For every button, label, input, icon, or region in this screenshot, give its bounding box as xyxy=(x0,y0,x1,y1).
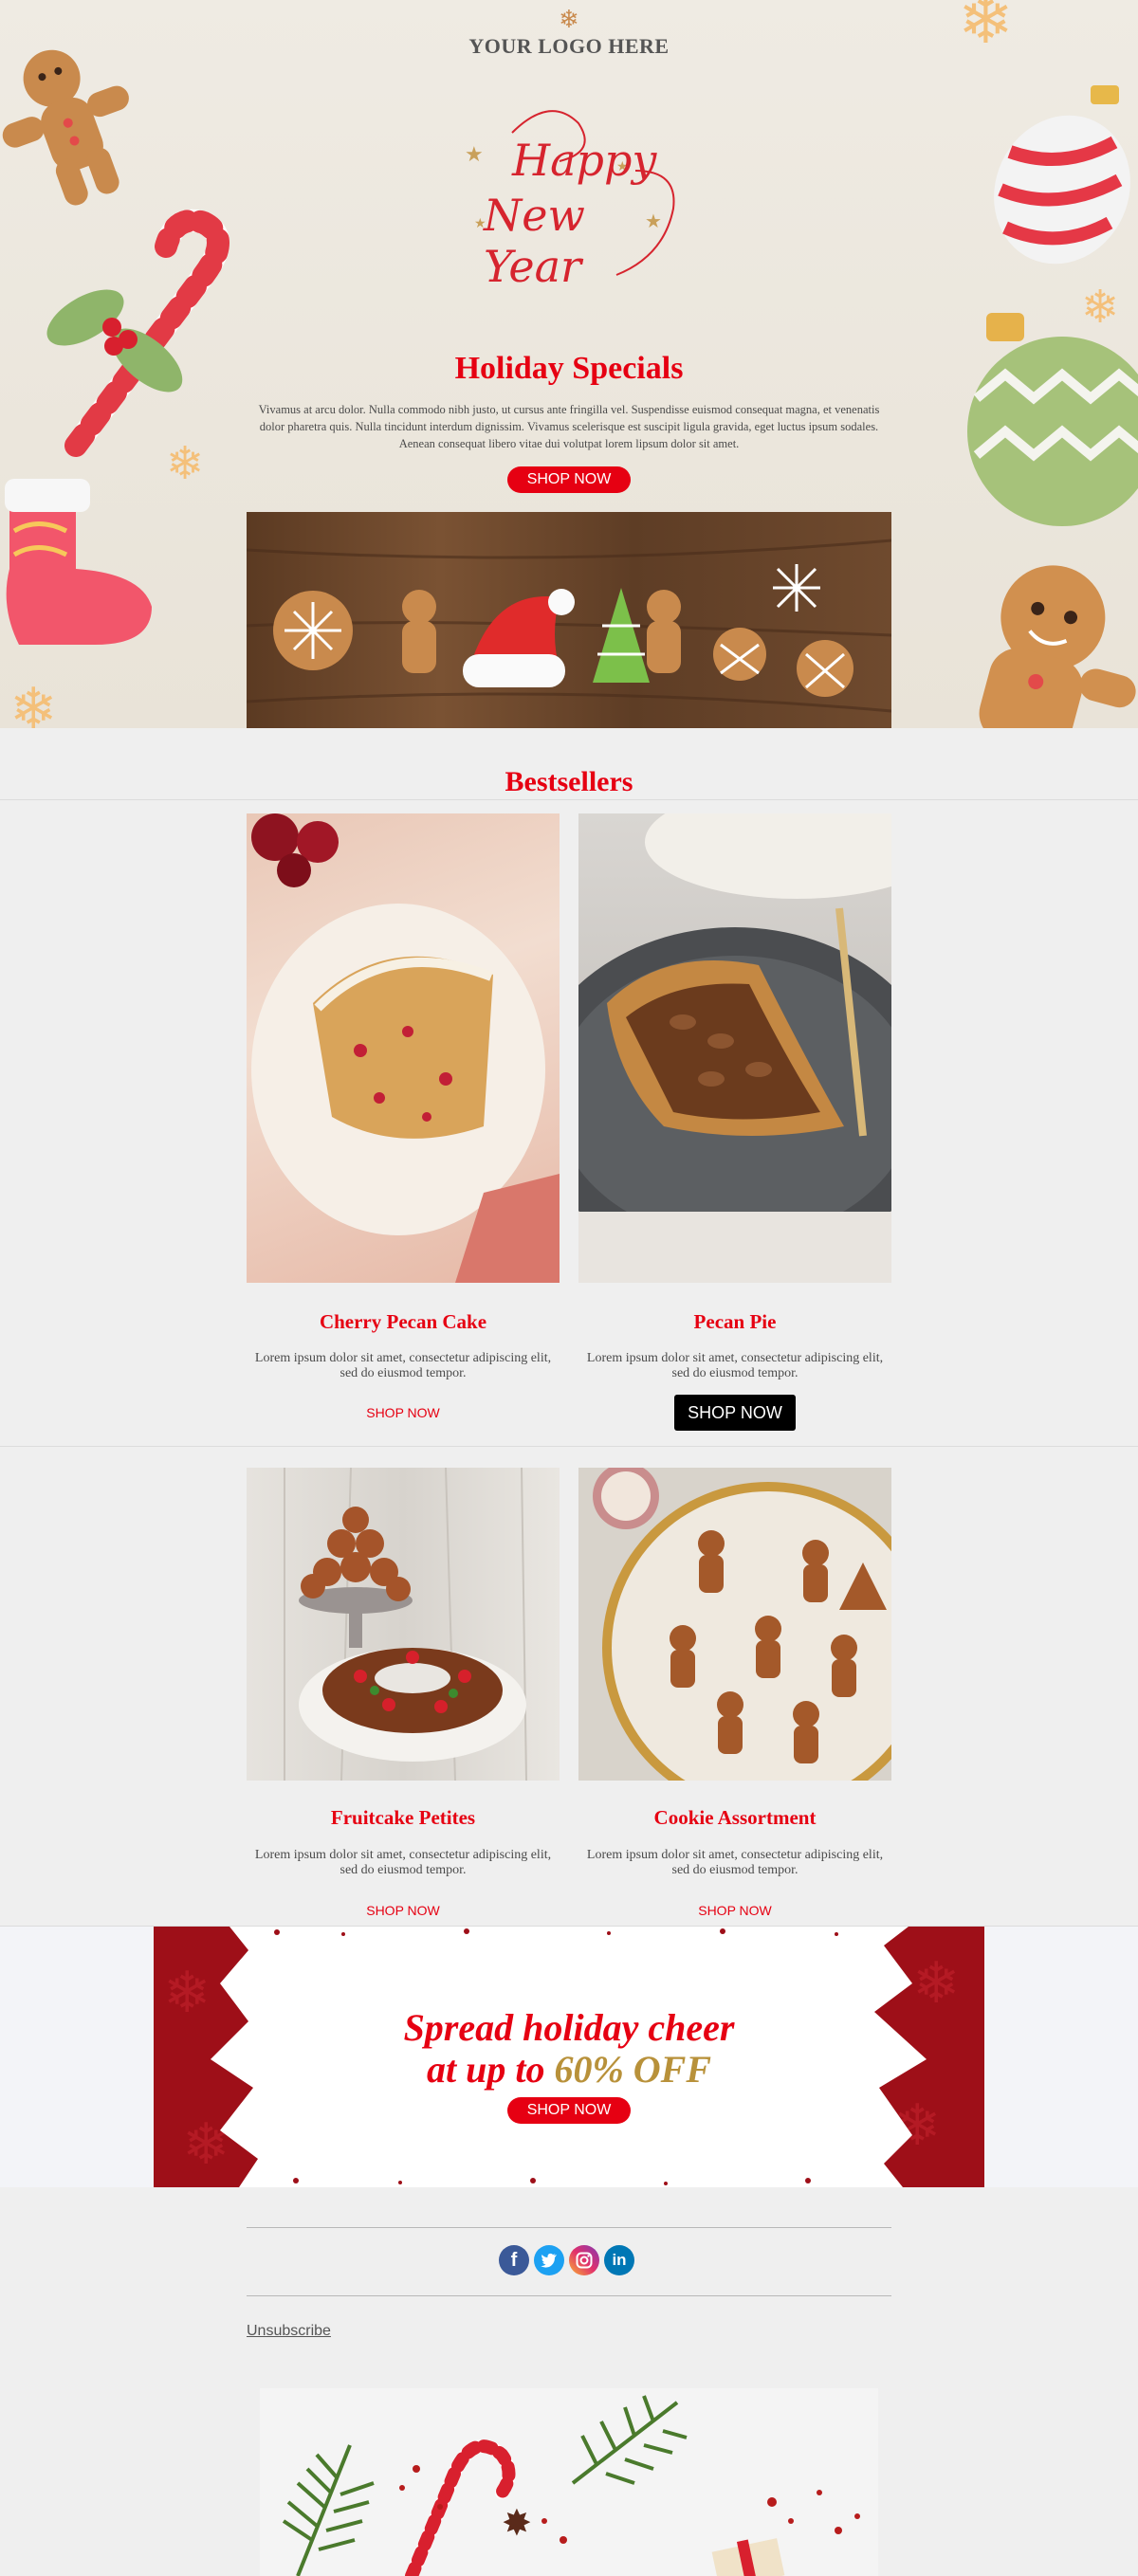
svg-text:❄: ❄ xyxy=(182,2111,229,2178)
promo-discount: 60% OFF xyxy=(554,2048,712,2091)
logo-snowflake-icon: ❄ xyxy=(559,6,579,34)
promo-headline: Spread holiday cheer at up to 60% OFF xyxy=(154,2007,984,2091)
product-name-3: Fruitcake Petites xyxy=(330,1806,476,1829)
cookies-illustration xyxy=(247,539,891,713)
bestsellers-divider xyxy=(0,799,1138,800)
star-anise-icon: ✸ xyxy=(502,2502,532,2544)
promo-line-1: Spread holiday cheer xyxy=(403,2006,735,2049)
product-shop-now-link-1[interactable]: SHOP NOW xyxy=(318,1405,488,1420)
product-name-4: Cookie Assortment xyxy=(653,1806,817,1829)
hero-body: Vivamus at arcu dolor. Nulla commodo nib… xyxy=(258,403,880,450)
twitter-icon[interactable] xyxy=(534,2245,564,2275)
promo-line-2: at up to 60% OFF xyxy=(154,2049,984,2091)
red-ornament-icon xyxy=(994,85,1130,265)
product-name-1: Cherry Pecan Cake xyxy=(319,1310,487,1333)
product-desc-1: Lorem ipsum dolor sit amet, consectetur … xyxy=(254,1351,552,1380)
pecan-pie-image xyxy=(578,813,891,1283)
cookies-banner-image xyxy=(247,512,891,728)
santa-hat-cookie xyxy=(463,589,575,687)
svg-text:❄: ❄ xyxy=(9,676,57,728)
product-desc-2: Lorem ipsum dolor sit amet, consectetur … xyxy=(586,1351,884,1380)
facebook-icon[interactable]: f xyxy=(499,2245,529,2275)
happy-new-year-lettering: ★ ★ ★ ★ Happy New Year xyxy=(446,95,692,299)
product-desc-3: Lorem ipsum dolor sit amet, consectetur … xyxy=(254,1848,552,1877)
gift-box-icon xyxy=(711,2538,785,2576)
product-desc-4: Lorem ipsum dolor sit amet, consectetur … xyxy=(586,1848,884,1877)
promo-line-2-prefix: at up to xyxy=(426,2048,555,2091)
greeting-line-2: New Year xyxy=(484,190,585,292)
promo-shop-now-button[interactable]: SHOP NOW xyxy=(507,2097,631,2124)
svg-text:★: ★ xyxy=(465,143,484,167)
product-name-2: Pecan Pie xyxy=(693,1310,777,1333)
cherry-pecan-cake-image xyxy=(247,813,560,1283)
product-shop-now-button-2[interactable]: SHOP NOW xyxy=(674,1395,796,1431)
footer-divider-top xyxy=(247,2227,891,2228)
linkedin-icon[interactable]: in xyxy=(604,2245,634,2275)
promo-banner: ❄ ❄ ❄ ❄ Spread holiday cheer at up to 60% O… xyxy=(154,1927,984,2187)
tree-cookie xyxy=(593,588,650,683)
svg-text:❄: ❄ xyxy=(1081,281,1119,334)
product-shop-now-link-3[interactable]: SHOP NOW xyxy=(318,1903,488,1918)
product-shop-now-link-4[interactable]: SHOP NOW xyxy=(650,1903,820,1918)
logo-text: YOUR LOGO HERE xyxy=(468,34,670,58)
hero-title: Holiday Specials xyxy=(454,351,684,386)
greeting-line-1: Happy xyxy=(512,135,657,186)
cookie-assortment-image xyxy=(578,1468,891,1781)
stocking-icon xyxy=(5,479,152,645)
footer-decor-image: ✸ xyxy=(260,2388,878,2576)
candy-cane-bottom xyxy=(405,2439,516,2576)
unsubscribe-link[interactable]: Unsubscribe xyxy=(247,2323,331,2340)
social-icons: f in xyxy=(499,2245,639,2275)
pine-branch-left xyxy=(282,2444,375,2576)
svg-text:❄: ❄ xyxy=(166,437,204,490)
gingerbread-man-icon xyxy=(2,49,129,206)
instagram-icon[interactable] xyxy=(569,2245,599,2275)
gingerbread-man-right-icon xyxy=(979,565,1136,728)
bestsellers-heading: Bestsellers xyxy=(505,766,633,797)
green-ornament-icon xyxy=(967,313,1138,526)
row-divider xyxy=(0,1446,1138,1447)
pine-branch-right xyxy=(571,2395,688,2485)
footer-divider-bottom xyxy=(247,2295,891,2296)
fruitcake-petites-image xyxy=(247,1468,560,1781)
hero-shop-now-button[interactable]: SHOP NOW xyxy=(507,466,631,493)
svg-text:❄: ❄ xyxy=(958,0,1014,59)
hero-section: ❄ ❄ ❄ ❄ ❄ YOUR LOGO HERE ★ ★ ★ ★ Happy N… xyxy=(0,0,1138,728)
